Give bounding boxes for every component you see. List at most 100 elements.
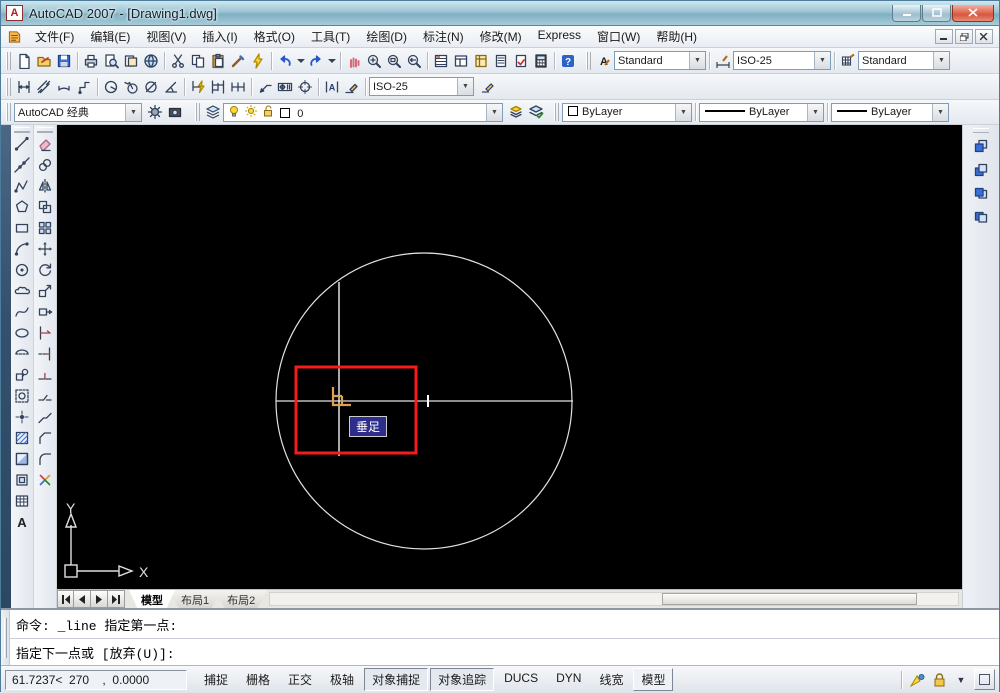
toolbar-grip[interactable] xyxy=(554,103,559,121)
arc-icon[interactable] xyxy=(12,239,32,259)
combo-arrow-icon[interactable]: ▼ xyxy=(457,78,473,95)
dim-ordinate-icon[interactable] xyxy=(74,77,94,97)
copy-icon[interactable] xyxy=(188,51,208,71)
layout-tab-0[interactable]: 模型 xyxy=(129,590,175,608)
qdim-icon[interactable] xyxy=(188,77,208,97)
layout-tab-2[interactable]: 布局2 xyxy=(215,590,268,608)
close-button[interactable] xyxy=(952,4,994,22)
gradient-icon[interactable] xyxy=(12,449,32,469)
mdi-restore-button[interactable] xyxy=(955,29,973,44)
toolbar-grip[interactable] xyxy=(195,103,200,121)
command-window-grip[interactable] xyxy=(1,610,10,665)
match-properties-icon[interactable] xyxy=(228,51,248,71)
toolbar-grip[interactable] xyxy=(6,51,11,70)
hatch-icon[interactable] xyxy=(12,428,32,448)
lineweight-control-combo[interactable]: ByLayer ▼ xyxy=(831,102,949,122)
line-icon[interactable] xyxy=(12,134,32,154)
menu-item-5[interactable]: 工具(T) xyxy=(303,26,358,47)
status-toggle-8[interactable]: 线宽 xyxy=(591,668,631,691)
publish-icon[interactable] xyxy=(121,51,141,71)
designcenter-icon[interactable] xyxy=(451,51,471,71)
dropdown-arrow-icon[interactable] xyxy=(295,51,306,71)
dimension-style-combo[interactable]: ISO-25 ▼ xyxy=(369,77,474,96)
polyline-icon[interactable] xyxy=(12,176,32,196)
combo-arrow-icon[interactable]: ▼ xyxy=(932,103,948,121)
layer-manager-icon[interactable] xyxy=(203,102,223,122)
color-control-combo[interactable]: ByLayer ▼ xyxy=(562,102,692,122)
spline-icon[interactable] xyxy=(12,302,32,322)
combo-arrow-icon[interactable]: ▼ xyxy=(689,52,705,69)
status-toggle-6[interactable]: DUCS xyxy=(496,668,546,691)
status-toggle-7[interactable]: DYN xyxy=(548,668,589,691)
save-workspace-icon[interactable] xyxy=(165,102,185,122)
zoom-window-icon[interactable] xyxy=(384,51,404,71)
clean-screen-button[interactable] xyxy=(974,669,995,690)
dim-linear-icon[interactable] xyxy=(14,77,34,97)
mirror-icon[interactable] xyxy=(35,176,55,196)
title-bar[interactable]: A AutoCAD 2007 - [Drawing1.dwg] xyxy=(1,1,999,26)
region-icon[interactable] xyxy=(12,470,32,490)
dim-radius-icon[interactable] xyxy=(101,77,121,97)
dim-continue-icon[interactable] xyxy=(228,77,248,97)
table-style-combo[interactable]: Standard ▼ xyxy=(858,51,950,70)
rectangle-icon[interactable] xyxy=(12,218,32,238)
erase-icon[interactable] xyxy=(35,134,55,154)
model-space-button[interactable]: 模型 xyxy=(633,668,674,691)
menu-item-2[interactable]: 视图(V) xyxy=(138,26,194,47)
cut-icon[interactable] xyxy=(168,51,188,71)
dim-angular-icon[interactable] xyxy=(161,77,181,97)
ellipse-icon[interactable] xyxy=(12,323,32,343)
copy-objects-icon[interactable] xyxy=(35,155,55,175)
stretch-icon[interactable] xyxy=(35,302,55,322)
layer-previous-icon[interactable] xyxy=(506,102,526,122)
menu-item-4[interactable]: 格式(O) xyxy=(246,26,303,47)
join-icon[interactable] xyxy=(35,407,55,427)
properties-icon[interactable] xyxy=(431,51,451,71)
status-toggle-2[interactable]: 正交 xyxy=(280,668,320,691)
dim-style-combo[interactable]: ISO-25 ▼ xyxy=(733,51,831,70)
dim-arclength-icon[interactable] xyxy=(54,77,74,97)
plot-icon[interactable] xyxy=(81,51,101,71)
quick-calc-icon[interactable] xyxy=(531,51,551,71)
combo-arrow-icon[interactable]: ▼ xyxy=(486,103,502,121)
circle-icon[interactable] xyxy=(12,260,32,280)
text-style-combo[interactable]: Standard ▼ xyxy=(614,51,706,70)
status-toggle-4[interactable]: 对象捕捉 xyxy=(364,668,429,691)
undo-icon[interactable] xyxy=(275,51,295,71)
toolbar-grip[interactable] xyxy=(973,128,989,133)
combo-arrow-icon[interactable]: ▼ xyxy=(814,52,830,69)
menu-item-9[interactable]: Express xyxy=(530,26,589,47)
drawing-canvas[interactable]: Y X 垂足 xyxy=(57,125,962,589)
extend-icon[interactable] xyxy=(35,344,55,364)
dim-jogged-icon[interactable] xyxy=(121,77,141,97)
layer-combo[interactable]: 0 ▼ xyxy=(223,102,503,122)
dim-baseline-icon[interactable] xyxy=(208,77,228,97)
dim-update-icon[interactable] xyxy=(478,77,498,97)
combo-arrow-icon[interactable]: ▼ xyxy=(933,52,949,69)
minimize-button[interactable] xyxy=(892,4,921,22)
construction-line-icon[interactable] xyxy=(12,155,32,175)
plot-preview-icon[interactable] xyxy=(101,51,121,71)
layer-states-icon[interactable] xyxy=(526,102,546,122)
save-icon[interactable] xyxy=(54,51,74,71)
sheetset-manager-icon[interactable] xyxy=(491,51,511,71)
tab-nav-first-button[interactable] xyxy=(57,590,74,608)
toolbar-grip[interactable] xyxy=(37,127,53,132)
point-icon[interactable] xyxy=(12,407,32,427)
rotate-icon[interactable] xyxy=(35,260,55,280)
pan-icon[interactable] xyxy=(344,51,364,71)
menu-item-11[interactable]: 帮助(H) xyxy=(648,26,705,47)
communication-center-icon[interactable] xyxy=(908,671,926,689)
coordinate-display[interactable]: 61.7237< 270 , 0.0000 xyxy=(5,669,187,690)
offset-icon[interactable] xyxy=(35,197,55,217)
block-editor-icon[interactable] xyxy=(248,51,268,71)
menu-item-7[interactable]: 标注(N) xyxy=(415,26,472,47)
help-icon[interactable]: ? xyxy=(558,51,578,71)
tab-nav-prev-button[interactable] xyxy=(74,590,91,608)
zoom-realtime-icon[interactable] xyxy=(364,51,384,71)
draworder-above-icon[interactable] xyxy=(971,184,991,204)
revcloud-icon[interactable] xyxy=(12,281,32,301)
workspace-settings-icon[interactable] xyxy=(145,102,165,122)
maximize-button[interactable] xyxy=(922,4,951,22)
tool-palettes-icon[interactable] xyxy=(471,51,491,71)
